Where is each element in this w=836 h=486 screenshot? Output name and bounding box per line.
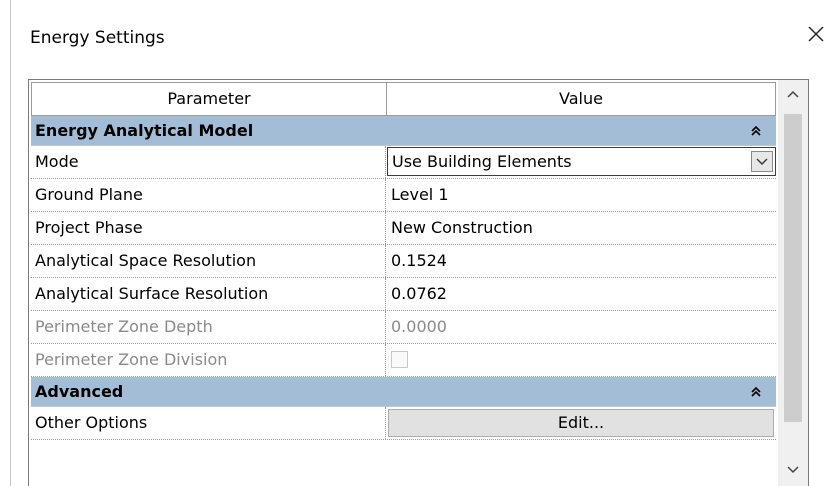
property-value[interactable]: 0.1524 <box>389 245 773 277</box>
property-row-perimeter-zone-depth: Perimeter Zone Depth 0.0000 <box>31 311 776 344</box>
vertical-scrollbar[interactable] <box>778 80 808 486</box>
column-divider <box>385 311 386 343</box>
chevron-down-icon <box>752 157 772 166</box>
property-row-mode: Mode Use Building Elements <box>31 146 776 179</box>
property-label: Analytical Space Resolution <box>35 251 257 270</box>
property-label: Perimeter Zone Division <box>35 350 228 369</box>
grid-header: Parameter Value <box>31 82 776 116</box>
other-options-edit-button[interactable]: Edit... <box>388 409 774 437</box>
column-divider <box>385 344 386 376</box>
group-header-energy-analytical-model[interactable]: Energy Analytical Model <box>31 116 776 146</box>
perimeter-zone-division-checkbox <box>391 351 408 368</box>
property-label: Mode <box>35 152 79 171</box>
property-value[interactable]: 0.0762 <box>389 278 773 310</box>
column-divider <box>385 278 386 310</box>
grid-content: Parameter Value Energy Analytical Model … <box>31 82 776 486</box>
column-divider <box>385 245 386 277</box>
group-label: Energy Analytical Model <box>35 121 254 140</box>
property-label: Ground Plane <box>35 185 143 204</box>
properties-grid: Parameter Value Energy Analytical Model … <box>28 79 809 486</box>
close-button[interactable] <box>800 18 832 50</box>
property-label: Perimeter Zone Depth <box>35 317 213 336</box>
column-divider <box>385 179 386 211</box>
property-row-perimeter-zone-division: Perimeter Zone Division <box>31 344 776 377</box>
property-label: Other Options <box>35 413 148 432</box>
property-row-analytical-surface-resolution: Analytical Surface Resolution 0.0762 <box>31 278 776 311</box>
close-icon <box>800 18 832 50</box>
property-label: Project Phase <box>35 218 143 237</box>
mode-selected-value: Use Building Elements <box>392 152 572 171</box>
group-label: Advanced <box>35 382 124 401</box>
column-divider <box>385 407 386 439</box>
property-value[interactable]: Level 1 <box>389 179 773 211</box>
group-header-advanced[interactable]: Advanced <box>31 377 776 407</box>
chevron-down-icon <box>778 466 808 474</box>
property-row-ground-plane: Ground Plane Level 1 <box>31 179 776 212</box>
property-label: Analytical Surface Resolution <box>35 284 269 303</box>
energy-settings-dialog: Energy Settings Parameter Value Energy A… <box>0 0 836 486</box>
column-divider <box>385 146 386 178</box>
double-chevron-up-icon[interactable] <box>749 123 763 139</box>
mode-dropdown[interactable]: Use Building Elements <box>387 147 776 176</box>
property-row-analytical-space-resolution: Analytical Space Resolution 0.1524 <box>31 245 776 278</box>
property-value: 0.0000 <box>391 317 447 336</box>
dropdown-button[interactable] <box>751 151 773 172</box>
property-row-project-phase: Project Phase New Construction <box>31 212 776 245</box>
scroll-up-button[interactable] <box>778 80 808 110</box>
chevron-up-icon <box>778 90 808 98</box>
column-divider <box>385 212 386 244</box>
column-header-value[interactable]: Value <box>387 83 775 115</box>
scrollbar-thumb[interactable] <box>784 114 802 422</box>
property-value[interactable]: New Construction <box>389 212 773 244</box>
property-row-other-options: Other Options Edit... <box>31 407 776 440</box>
column-header-parameter[interactable]: Parameter <box>32 83 387 115</box>
double-chevron-up-icon[interactable] <box>749 384 763 400</box>
dialog-title: Energy Settings <box>30 28 165 48</box>
scroll-down-button[interactable] <box>778 456 808 486</box>
